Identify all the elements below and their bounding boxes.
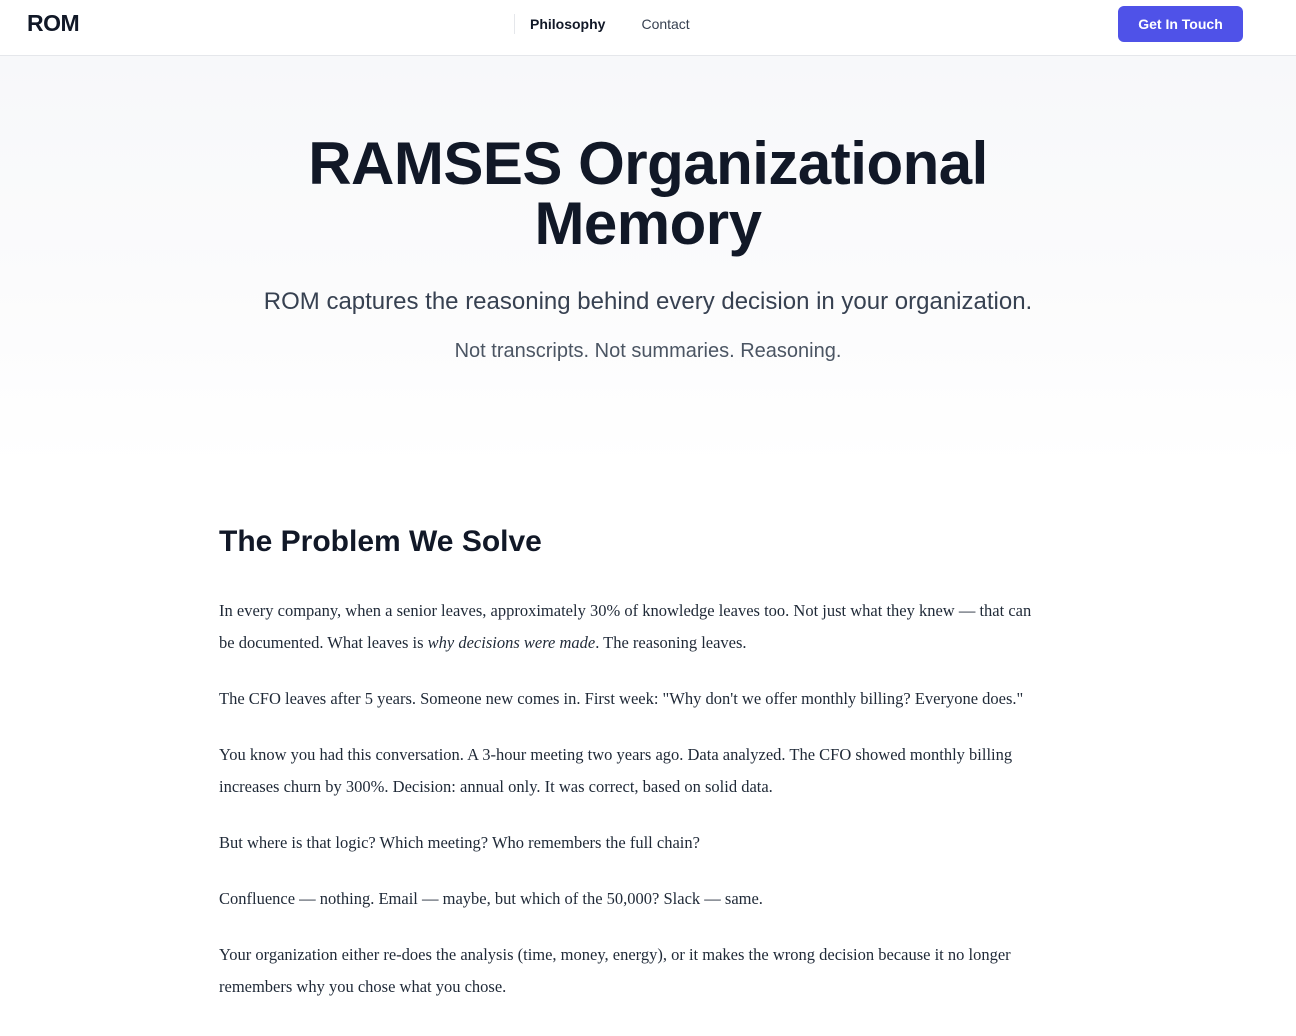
hero-tagline: Not transcripts. Not summaries. Reasonin… [454, 340, 842, 362]
problem-paragraph: But where is that logic? Which meeting? … [219, 833, 700, 852]
top-navigation-bar: ROM Philosophy Contact Get In Touch [0, 0, 1296, 56]
brand-logo[interactable]: ROM [27, 10, 80, 37]
problem-section: The Problem We Solve In every company, w… [219, 468, 1039, 1003]
problem-paragraph: In every company, when a senior leaves, … [219, 595, 1039, 659]
hero-subtitle: ROM captures the reasoning behind every … [263, 288, 1033, 315]
problem-paragraph: Confluence — nothing. Email — maybe, but… [219, 889, 763, 908]
get-in-touch-button[interactable]: Get In Touch [1118, 6, 1243, 42]
paragraph-text: . The reasoning leaves. [595, 633, 747, 652]
nav-link-contact[interactable]: Contact [641, 16, 689, 32]
emphasized-text: why decisions were made [427, 633, 596, 652]
hero-section: RAMSES Organizational Memory ROM capture… [0, 56, 1296, 468]
problem-paragraph: You know you had this conversation. A 3-… [219, 745, 1013, 796]
nav-link-philosophy[interactable]: Philosophy [530, 16, 605, 32]
main-nav: Philosophy Contact [514, 14, 726, 34]
problem-paragraph: The CFO leaves after 5 years. Someone ne… [219, 689, 1024, 708]
hero-title: RAMSES Organizational Memory [308, 130, 988, 257]
problem-paragraph: Your organization either re-does the ana… [219, 945, 1011, 996]
problem-heading: The Problem We Solve [219, 525, 542, 558]
